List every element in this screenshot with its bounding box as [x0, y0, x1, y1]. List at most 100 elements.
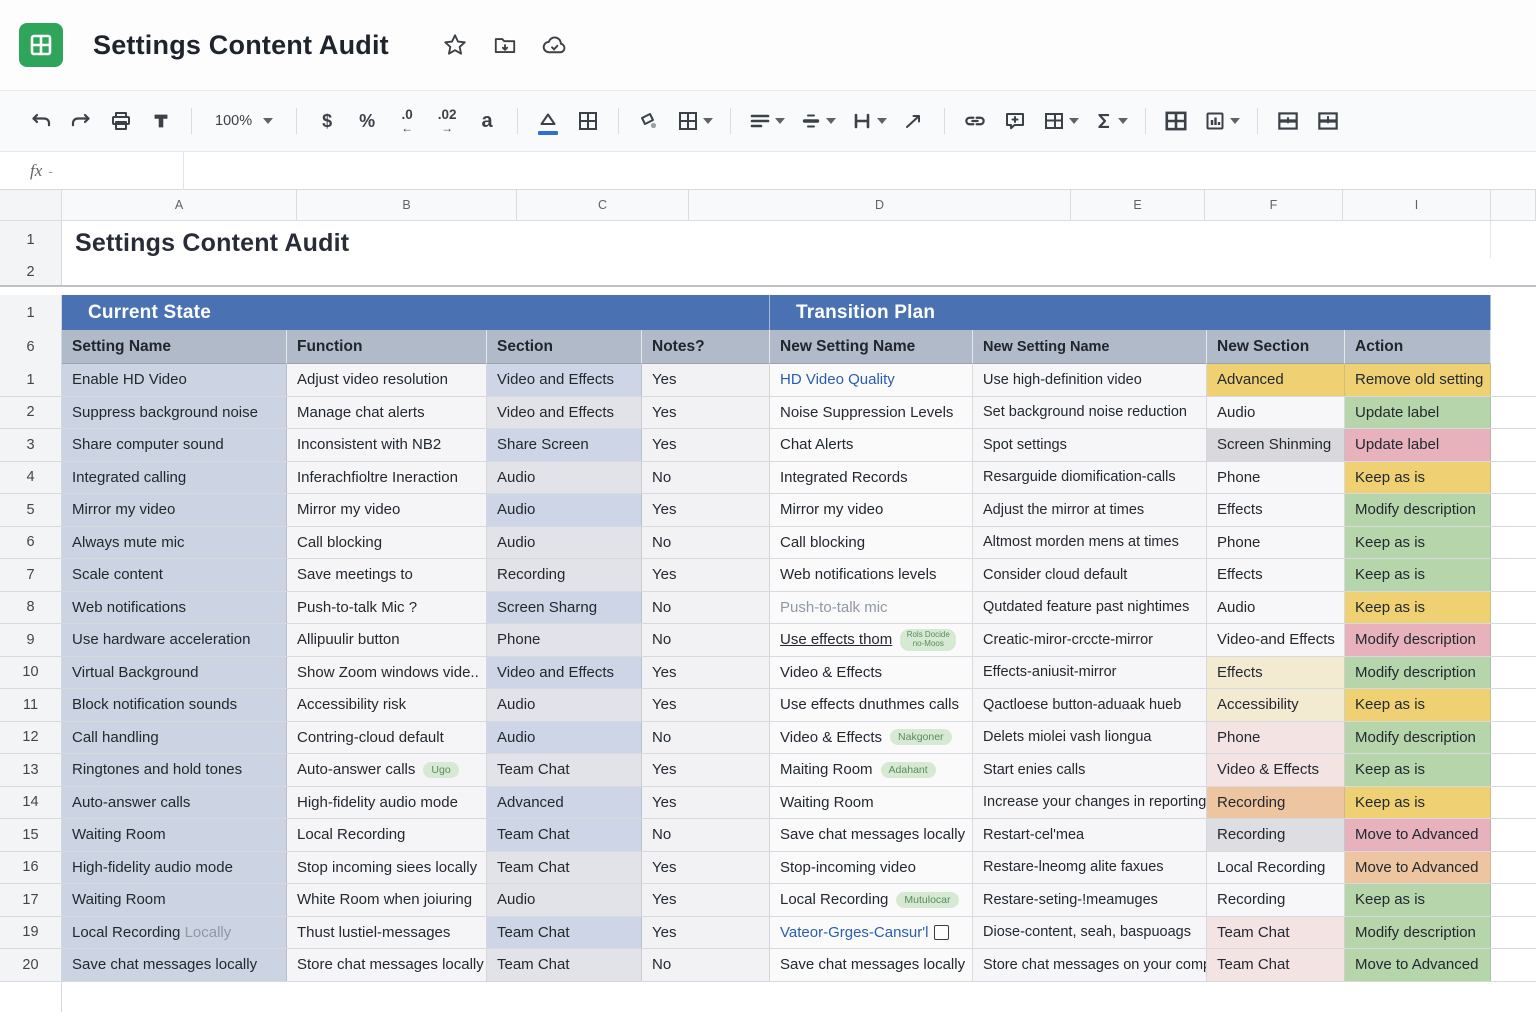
cell-function[interactable]: Inferachfioltre Ineraction	[287, 462, 487, 494]
cell-section[interactable]: Share Screen	[487, 429, 642, 461]
cell-new-setting-description[interactable]: Creatic-miror-crccte-mirror	[973, 624, 1207, 656]
row-number[interactable]: 3	[0, 429, 62, 461]
row-number[interactable]: 11	[0, 689, 62, 721]
column-header-D[interactable]: D	[689, 190, 1071, 220]
cell-new-setting-name[interactable]: Local RecordingMutulocar	[770, 884, 973, 916]
sheets-logo-icon[interactable]	[19, 23, 63, 67]
cell-new-setting-description[interactable]: Set background noise reduction	[973, 397, 1207, 429]
cell-setting-name[interactable]: Auto-answer calls	[62, 787, 287, 819]
cell-new-setting-description[interactable]: Qactloese button-aduaak hueb	[973, 689, 1207, 721]
column-header-F[interactable]: F	[1205, 190, 1343, 220]
cell-setting-name[interactable]: Local Recording Locally	[62, 917, 287, 949]
cell-new-setting-name[interactable]: Push-to-talk mic	[770, 592, 973, 624]
cell-new-section[interactable]: Video-and Effects	[1207, 624, 1345, 656]
cloud-status-icon[interactable]	[541, 31, 569, 59]
column-header-I[interactable]: I	[1343, 190, 1491, 220]
document-title[interactable]: Settings Content Audit	[93, 30, 389, 61]
row-number[interactable]: 10	[0, 657, 62, 689]
cell-setting-name[interactable]: Waiting Room	[62, 819, 287, 851]
header-section[interactable]: Section	[487, 330, 642, 364]
cell-function[interactable]: Adjust video resolution	[287, 364, 487, 396]
header-new-setting-name-2[interactable]: New Setting Name	[973, 330, 1207, 364]
cell-new-section[interactable]: Screen Shinming	[1207, 429, 1345, 461]
cell-new-setting-description[interactable]: Increase your changes in reporting	[973, 787, 1207, 819]
cell-function[interactable]: High-fidelity audio mode	[287, 787, 487, 819]
column-header-spare[interactable]	[1491, 190, 1536, 220]
cell-new-setting-name[interactable]: Video & Effects	[770, 657, 973, 689]
cell-action[interactable]: Remove old setting	[1345, 364, 1491, 396]
cell-new-setting-name[interactable]: Save chat messages locally	[770, 949, 973, 981]
cell-notes[interactable]: No	[642, 592, 770, 624]
cell-new-section[interactable]: Phone	[1207, 722, 1345, 754]
cell-action[interactable]: Keep as is	[1345, 462, 1491, 494]
cell-notes[interactable]: Yes	[642, 657, 770, 689]
cell-function[interactable]: Contring-cloud default	[287, 722, 487, 754]
formula-bar[interactable]: fx -	[0, 152, 1536, 190]
cell-new-setting-name[interactable]: Video & EffectsNakgoner	[770, 722, 973, 754]
row-number[interactable]: 16	[0, 852, 62, 884]
cell-new-setting-name[interactable]: Waiting Room	[770, 787, 973, 819]
header-notes[interactable]: Notes?	[642, 330, 770, 364]
redo-button[interactable]	[68, 106, 94, 136]
row-number[interactable]: 1	[0, 221, 62, 258]
cell-setting-name[interactable]: Scale content	[62, 559, 287, 591]
cell-new-section[interactable]: Recording	[1207, 819, 1345, 851]
cell-notes[interactable]: Yes	[642, 884, 770, 916]
cell-action[interactable]: Move to Advanced	[1345, 819, 1491, 851]
cell-section[interactable]: Phone	[487, 624, 642, 656]
row-number[interactable]: 12	[0, 722, 62, 754]
cell-new-setting-description[interactable]: Use high-definition video	[973, 364, 1207, 396]
cell-function[interactable]: Show Zoom windows vide..	[287, 657, 487, 689]
row-number[interactable]: 1	[0, 364, 62, 396]
cell-action[interactable]: Update label	[1345, 429, 1491, 461]
cell-action[interactable]: Move to Advanced	[1345, 949, 1491, 981]
cell-new-setting-description[interactable]: Resarguide diomification-calls	[973, 462, 1207, 494]
row-number[interactable]: 20	[0, 949, 62, 981]
row-number[interactable]: 15	[0, 819, 62, 851]
decrease-decimal-button[interactable]: .0 ←	[394, 106, 420, 136]
cell-section[interactable]: Audio	[487, 494, 642, 526]
cell-section[interactable]: Audio	[487, 884, 642, 916]
undo-button[interactable]	[28, 106, 54, 136]
cell-new-setting-description[interactable]: Consider cloud default	[973, 559, 1207, 591]
cell-function[interactable]: Auto-answer callsUgo	[287, 754, 487, 786]
freeze-columns-button[interactable]	[1315, 106, 1341, 136]
borders-button[interactable]	[575, 106, 601, 136]
row-number[interactable]: 4	[0, 462, 62, 494]
cell-new-section[interactable]: Video & Effects	[1207, 754, 1345, 786]
cell-new-setting-description[interactable]: Restare-lneomg alite faxues	[973, 852, 1207, 884]
cell-new-section[interactable]: Local Recording	[1207, 852, 1345, 884]
cell-new-setting-name[interactable]: Mirror my video	[770, 494, 973, 526]
cell-section[interactable]: Audio	[487, 722, 642, 754]
cell-section[interactable]: Recording	[487, 559, 642, 591]
cell-section[interactable]: Team Chat	[487, 819, 642, 851]
cell-section[interactable]: Video and Effects	[487, 657, 642, 689]
cell-section[interactable]: Advanced	[487, 787, 642, 819]
cell-new-setting-description[interactable]: Start enies calls	[973, 754, 1207, 786]
cell-new-setting-description[interactable]: Qutdated feature past nightimes	[973, 592, 1207, 624]
fill-color-button[interactable]	[535, 106, 561, 136]
header-action[interactable]: Action	[1345, 330, 1491, 364]
header-function[interactable]: Function	[287, 330, 487, 364]
merge-cells-button[interactable]	[850, 106, 887, 136]
paint-brush-button[interactable]	[636, 106, 662, 136]
header-setting-name[interactable]: Setting Name	[62, 330, 287, 364]
move-to-folder-icon[interactable]	[491, 31, 519, 59]
checkbox[interactable]	[934, 925, 949, 940]
cell-setting-name[interactable]: Share computer sound	[62, 429, 287, 461]
cell-setting-name[interactable]: Integrated calling	[62, 462, 287, 494]
cell-notes[interactable]: Yes	[642, 754, 770, 786]
cell-notes[interactable]: Yes	[642, 364, 770, 396]
table-borders-button[interactable]	[676, 106, 713, 136]
cell-new-setting-name[interactable]: Integrated Records	[770, 462, 973, 494]
cell-new-section[interactable]: Recording	[1207, 787, 1345, 819]
row-number[interactable]: 7	[0, 559, 62, 591]
row-number[interactable]: 2	[0, 397, 62, 429]
cell-setting-name[interactable]: Save chat messages locally	[62, 949, 287, 981]
cell-section[interactable]: Team Chat	[487, 949, 642, 981]
cell-setting-name[interactable]: Mirror my video	[62, 494, 287, 526]
functions-button[interactable]	[1093, 106, 1128, 136]
cell-function[interactable]: Accessibility risk	[287, 689, 487, 721]
cell-notes[interactable]: Yes	[642, 787, 770, 819]
increase-decimal-button[interactable]: .02 →	[434, 106, 460, 136]
